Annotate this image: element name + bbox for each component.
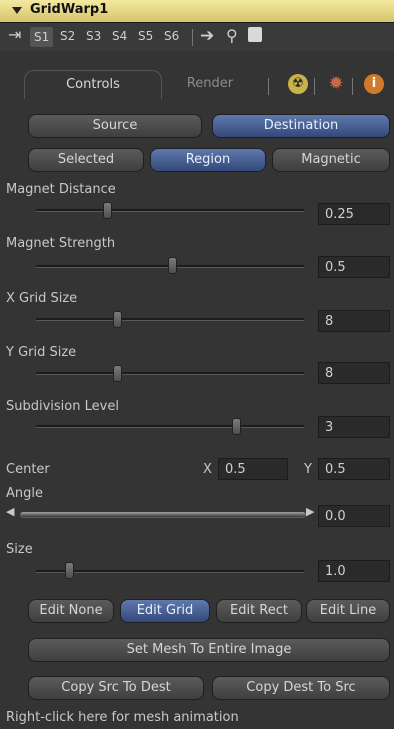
radiation-icon[interactable]: ☢: [288, 74, 308, 94]
edit-rect-button[interactable]: Edit Rect: [216, 599, 302, 623]
center-x-value[interactable]: 0.5: [218, 458, 288, 480]
link-icon[interactable]: ⚲: [226, 26, 238, 45]
size-value[interactable]: 1.0: [318, 560, 390, 582]
subdivision-level-value[interactable]: 3: [318, 416, 390, 438]
tool-panel: GridWarp1 ⇥ S1 S2 S3 S4 S5 S6 ➔ ⚲ Contro…: [0, 0, 394, 729]
y-grid-size-track[interactable]: [36, 372, 304, 375]
x-grid-size-track[interactable]: [36, 318, 304, 321]
pin-icon[interactable]: ⇥: [8, 25, 21, 44]
x-grid-size-value[interactable]: 8: [318, 310, 390, 332]
magnet-strength-value[interactable]: 0.5: [318, 256, 390, 278]
angle-wheel[interactable]: [20, 512, 306, 518]
center-label: Center: [6, 462, 50, 477]
magnet-strength-thumb[interactable]: [168, 257, 177, 274]
tab-render[interactable]: Render: [170, 70, 250, 98]
angle-left-arrow-icon[interactable]: ◀: [6, 505, 14, 518]
set-mesh-button[interactable]: Set Mesh To Entire Image: [28, 638, 390, 662]
magnet-distance-label: Magnet Distance: [6, 182, 116, 197]
magnet-strength-label: Magnet Strength: [6, 236, 116, 251]
center-y-value[interactable]: 0.5: [318, 458, 390, 480]
center-x-label: X: [203, 462, 212, 477]
y-grid-size-value[interactable]: 8: [318, 362, 390, 384]
tool-title-bar[interactable]: GridWarp1: [0, 0, 394, 23]
info-icon[interactable]: i: [364, 74, 384, 94]
view-toolbar: ⇥ S1 S2 S3 S4 S5 S6 ➔ ⚲: [0, 23, 394, 51]
mesh-animation-hint[interactable]: Right-click here for mesh animation: [6, 710, 239, 725]
magnet-distance-track[interactable]: [36, 209, 304, 212]
slot-s6[interactable]: S6: [164, 29, 179, 43]
selected-button[interactable]: Selected: [28, 148, 144, 172]
y-grid-size-thumb[interactable]: [113, 365, 122, 382]
region-button[interactable]: Region: [150, 148, 266, 172]
tool-title: GridWarp1: [30, 2, 109, 17]
tab-controls[interactable]: Controls: [24, 70, 162, 99]
tab-row: Controls Render ☢ ✹ i: [0, 70, 394, 100]
destination-button[interactable]: Destination: [212, 114, 390, 138]
edit-none-button[interactable]: Edit None: [28, 599, 114, 623]
size-label: Size: [6, 542, 33, 557]
magnet-distance-thumb[interactable]: [103, 202, 112, 219]
collapse-triangle-icon[interactable]: [12, 7, 22, 14]
subdivision-level-label: Subdivision Level: [6, 399, 119, 414]
angle-right-arrow-icon[interactable]: ▶: [306, 505, 314, 518]
copy-dest-to-src-button[interactable]: Copy Dest To Src: [212, 676, 390, 700]
center-y-label: Y: [304, 462, 312, 477]
size-track[interactable]: [36, 570, 304, 573]
slot-s1[interactable]: S1: [30, 27, 54, 47]
magnetic-button[interactable]: Magnetic: [272, 148, 390, 172]
slot-s4[interactable]: S4: [112, 29, 127, 43]
x-grid-size-label: X Grid Size: [6, 291, 78, 306]
arrow-icon[interactable]: ➔: [200, 26, 214, 46]
source-button[interactable]: Source: [28, 114, 202, 138]
edit-line-button[interactable]: Edit Line: [306, 599, 390, 623]
angle-value[interactable]: 0.0: [318, 505, 390, 527]
save-icon[interactable]: [248, 27, 262, 42]
angle-label: Angle: [6, 486, 43, 501]
copy-src-to-dest-button[interactable]: Copy Src To Dest: [28, 676, 204, 700]
subdivision-level-thumb[interactable]: [232, 418, 241, 435]
y-grid-size-label: Y Grid Size: [6, 345, 77, 360]
size-thumb[interactable]: [65, 562, 74, 579]
gear-icon[interactable]: ✹: [326, 74, 346, 94]
slot-s3[interactable]: S3: [86, 29, 101, 43]
edit-grid-button[interactable]: Edit Grid: [120, 599, 210, 623]
slot-s2[interactable]: S2: [60, 29, 75, 43]
magnet-distance-value[interactable]: 0.25: [318, 203, 390, 225]
subdivision-level-track[interactable]: [36, 425, 304, 428]
x-grid-size-thumb[interactable]: [113, 311, 122, 328]
slot-s5[interactable]: S5: [138, 29, 153, 43]
